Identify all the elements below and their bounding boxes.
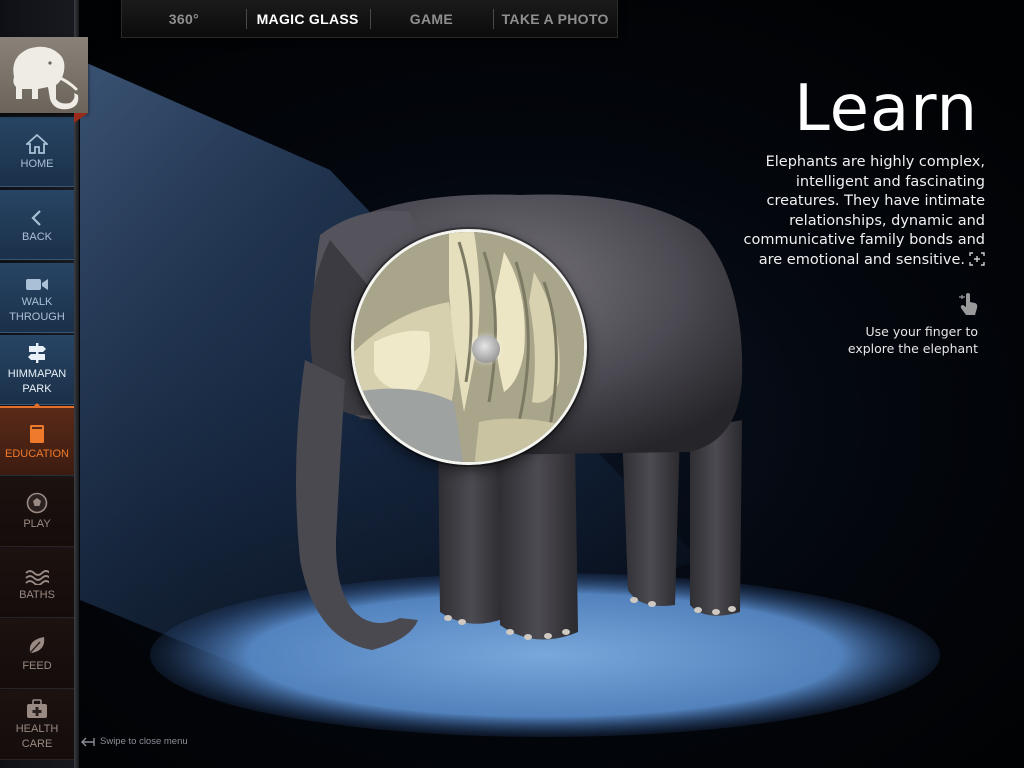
mammoth-logo-icon	[13, 46, 79, 110]
signpost-icon	[28, 343, 46, 363]
video-camera-icon	[26, 279, 48, 290]
sidebar-item-label: FEED	[22, 659, 52, 672]
sidebar-item-label: EDUCATION	[5, 447, 69, 460]
sidebar-item-health-care[interactable]: HEALTH CARE	[0, 690, 74, 760]
sidebar-item-label: BATHS	[19, 588, 55, 601]
mode-tab-bar: 360° MAGIC GLASS GAME TAKE A PHOTO	[121, 0, 618, 38]
sidebar-item-back[interactable]: BACK	[0, 190, 74, 260]
sidebar-item-play[interactable]: PLAY	[0, 477, 74, 547]
chevron-left-icon	[31, 209, 41, 226]
sidebar-item-label: HEALTH CARE	[15, 723, 59, 750]
tab-game[interactable]: GAME	[369, 0, 494, 37]
medical-kit-icon	[27, 699, 47, 718]
finger-hint: Use your finger to explore the elephant	[847, 324, 978, 356]
tab-magic-glass[interactable]: MAGIC GLASS	[245, 0, 370, 37]
sidebar-item-home[interactable]: HOME	[0, 117, 74, 187]
app-logo[interactable]	[0, 37, 88, 113]
sidebar-item-label: HIMMAPAN PARK	[7, 368, 67, 395]
sidebar-item-label: WALK THROUGH	[9, 296, 65, 323]
sidebar-item-label: PLAY	[23, 517, 51, 530]
leaf-icon	[29, 636, 45, 653]
sidebar-item-feed[interactable]: FEED	[0, 619, 74, 689]
tab-360[interactable]: 360°	[122, 0, 246, 37]
sidebar-item-education[interactable]: EDUCATION	[0, 406, 74, 476]
soccer-ball-icon	[26, 492, 48, 513]
sidebar-item-baths[interactable]: BATHS	[0, 548, 74, 618]
sidebar-item-label: HOME	[20, 157, 54, 170]
sidebar-item-walk-through[interactable]: WALK THROUGH	[0, 263, 74, 333]
tab-take-a-photo[interactable]: TAKE A PHOTO	[493, 0, 617, 37]
book-icon	[30, 424, 44, 443]
water-waves-icon	[25, 569, 49, 585]
touch-finger-icon	[959, 293, 978, 315]
learn-title: Learn	[794, 72, 978, 146]
expand-icon[interactable]	[969, 252, 985, 266]
swipe-hint: Swipe to close menu	[81, 736, 188, 747]
arrow-left-icon	[81, 737, 95, 746]
learn-description: Elephants are highly complex, intelligen…	[725, 153, 985, 271]
swipe-hint-text: Swipe to close menu	[100, 736, 188, 747]
logo-ribbon-fold	[74, 113, 88, 123]
sidebar-item-label: BACK	[22, 230, 52, 243]
active-caret	[32, 403, 42, 408]
learn-description-text: Elephants are highly complex, intelligen…	[743, 154, 985, 268]
skeleton-xray-view	[354, 232, 584, 462]
magic-glass-lens[interactable]	[351, 229, 587, 465]
magnifier-drag-handle[interactable]	[472, 335, 500, 363]
sidebar-item-himmapan-park[interactable]: HIMMAPAN PARK	[0, 335, 74, 405]
home-icon	[26, 133, 48, 154]
